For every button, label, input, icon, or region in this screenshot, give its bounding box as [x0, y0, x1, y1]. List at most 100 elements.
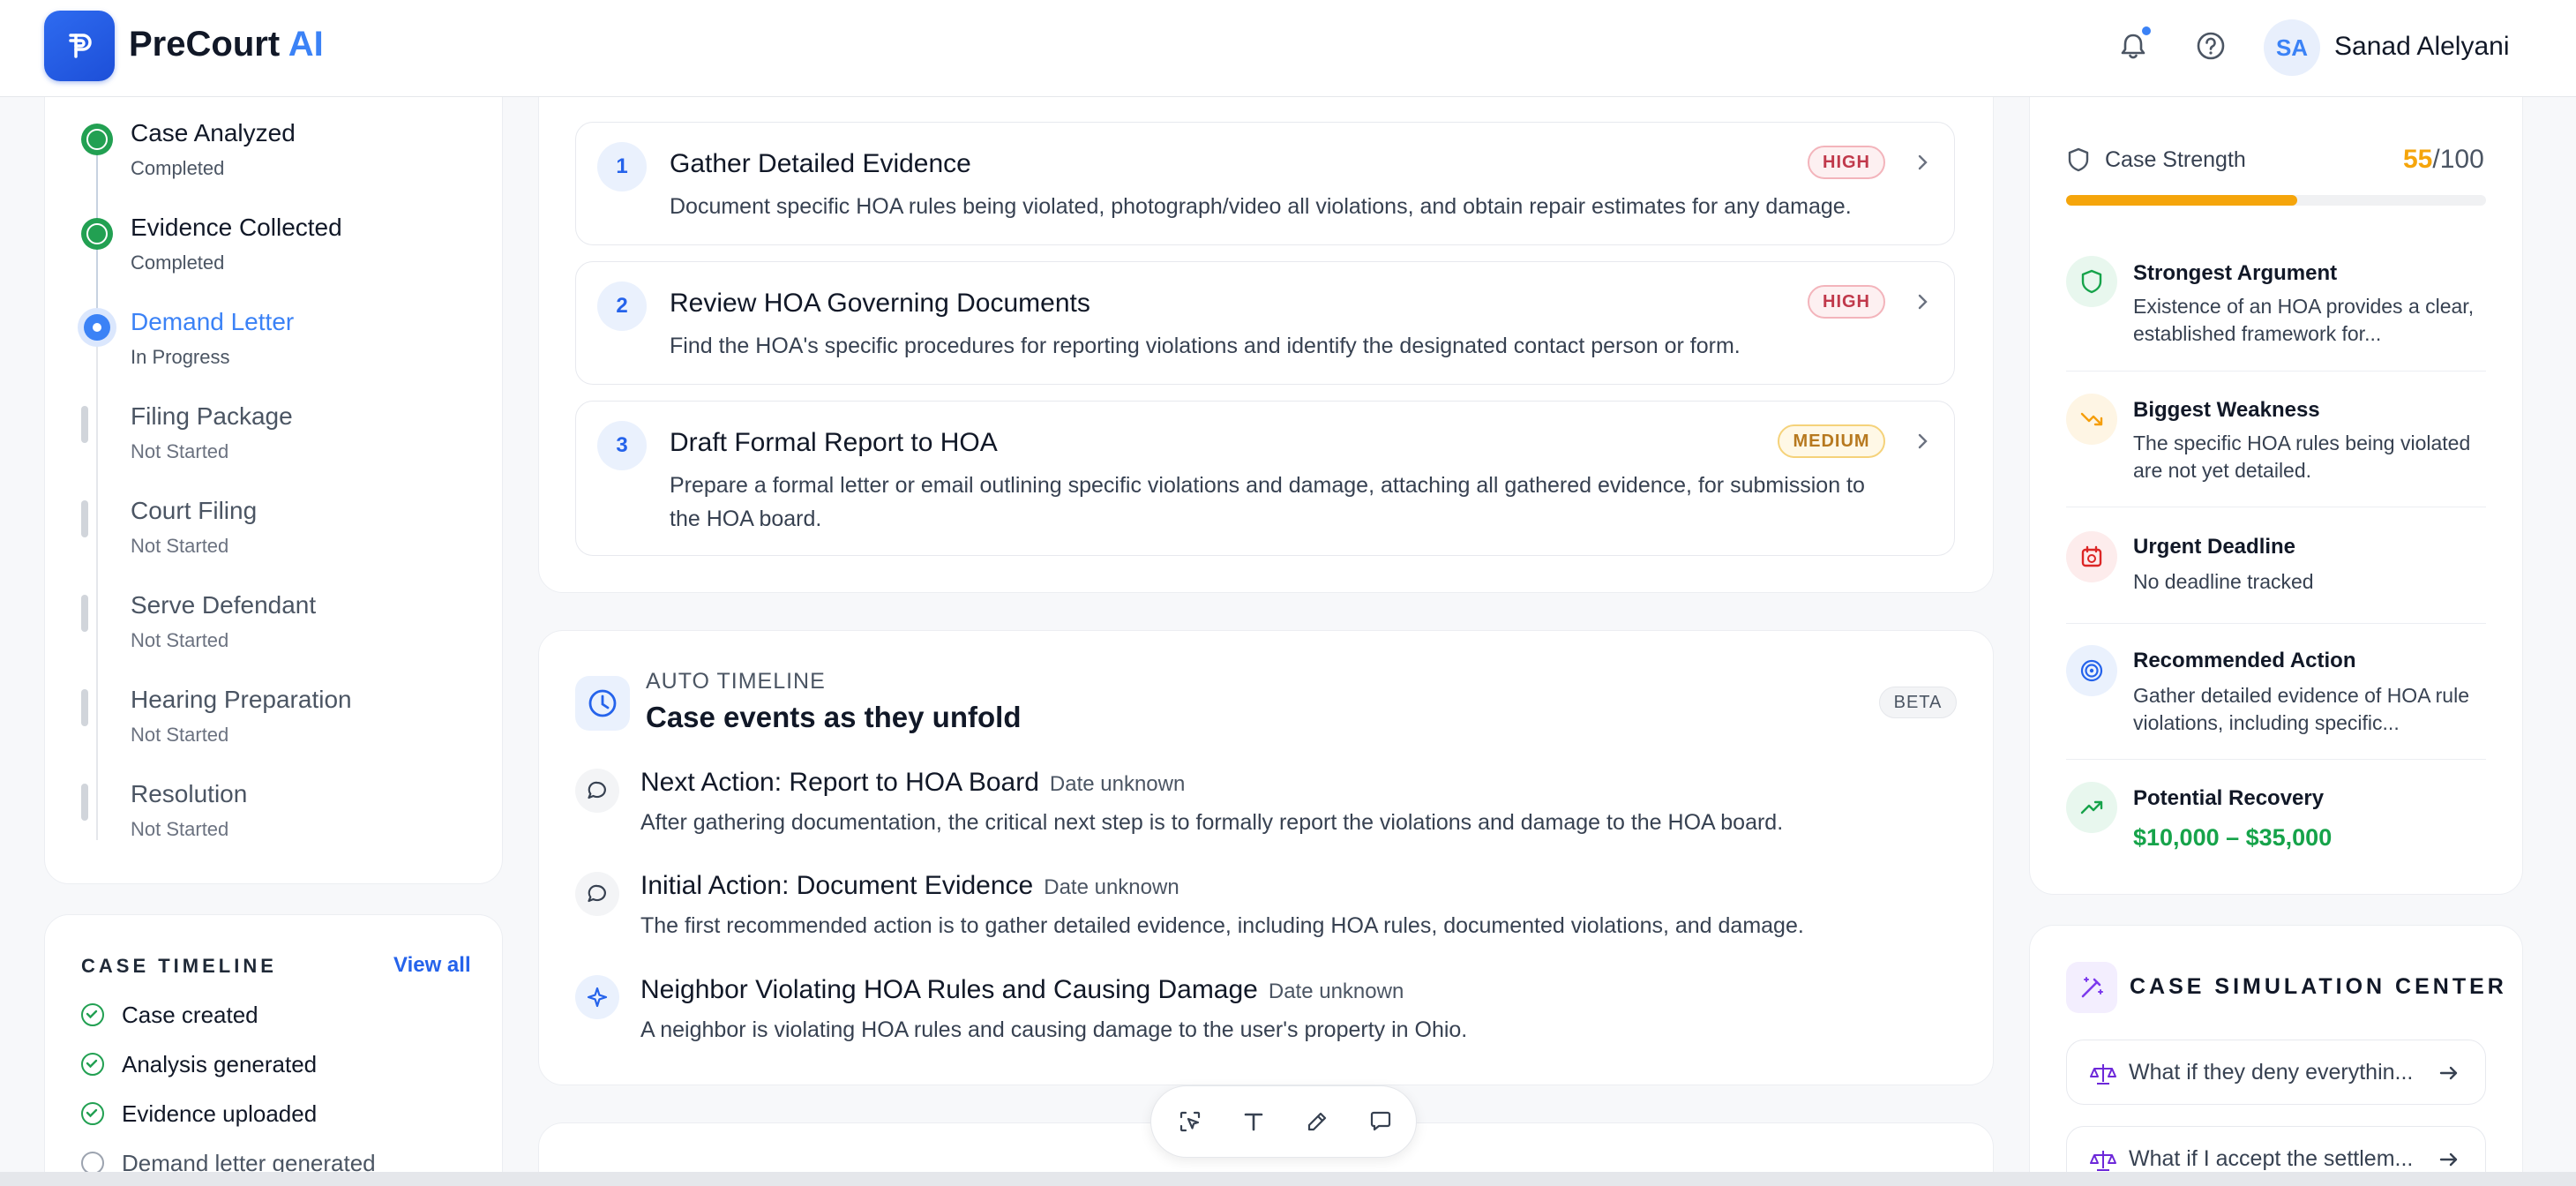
user-avatar[interactable]: SA [2264, 19, 2320, 76]
calendar-alarm-icon [2066, 531, 2117, 582]
step-title-active[interactable]: Demand Letter [131, 308, 294, 336]
insight-description: Gather detailed evidence of HOA rule vio… [2133, 684, 2470, 734]
priority-badge: HIGH [1808, 285, 1885, 319]
brand-main-text: PreCourt [129, 25, 281, 64]
case-progress-card [44, 53, 503, 884]
action-title: Gather Detailed Evidence [670, 149, 971, 178]
step-status: Not Started [131, 440, 229, 462]
window-bottom-edge [0, 1172, 2576, 1186]
chevron-right-icon [1918, 294, 1928, 310]
case-strength-score: 55/100 [2403, 145, 2484, 175]
chat-bubble-icon [575, 872, 619, 916]
magic-wand-icon [2066, 962, 2117, 1013]
target-icon [2066, 645, 2117, 696]
step-status: Not Started [131, 535, 229, 557]
priority-badge: HIGH [1808, 146, 1885, 179]
top-header: PreCourt AI SA Sanad Alelyani [0, 0, 2576, 97]
pending-step-marker [81, 689, 88, 726]
trend-down-icon [2066, 394, 2117, 445]
step-status: Not Started [131, 629, 229, 651]
app-logo[interactable] [44, 11, 115, 81]
step-status: Not Started [131, 818, 229, 840]
step-status: Completed [131, 251, 225, 274]
arrow-right-icon [2439, 1152, 2458, 1167]
potential-recovery-value: $10,000 – $35,000 [2133, 824, 2333, 851]
chat-bubble-icon [575, 769, 619, 813]
action-description: Find the HOA's specific procedures for r… [670, 334, 1741, 358]
simulation-question-text: What if they deny everythin... [2129, 1060, 2414, 1085]
event-description: The first recommended action is to gathe… [640, 913, 1804, 938]
timeline-item-label: Evidence uploaded [122, 1100, 318, 1127]
select-tool-icon[interactable] [1172, 1104, 1208, 1139]
simulation-question-text: What if I accept the settlem... [2129, 1146, 2414, 1171]
scales-icon [2090, 1064, 2116, 1085]
step-title[interactable]: Court Filing [131, 497, 257, 525]
text-tool-icon[interactable] [1236, 1104, 1271, 1139]
help-icon[interactable] [2191, 26, 2230, 65]
step-title[interactable]: Resolution [131, 780, 247, 808]
step-status: Not Started [131, 724, 229, 746]
event-description: After gathering documentation, the criti… [640, 810, 1784, 835]
event-date: Date unknown [1049, 772, 1186, 796]
pencil-tool-icon[interactable] [1299, 1104, 1335, 1139]
user-name[interactable]: Sanad Alelyani [2334, 32, 2510, 62]
event-title: Initial Action: Document Evidence Date un… [640, 871, 1179, 901]
timeline-item: Analysis generated [81, 1050, 317, 1078]
insight-description: The specific HOA rules being violated ar… [2133, 432, 2471, 482]
annotation-toolbar [1150, 1085, 1417, 1158]
chevron-right-icon [1918, 154, 1928, 170]
logo-mark-icon [69, 34, 92, 58]
event-title-text: Next Action: Report to HOA Board [640, 768, 1039, 797]
divider [2066, 623, 2486, 624]
action-number: 3 [597, 421, 647, 470]
simulation-question-button[interactable]: What if they deny everythin... [2066, 1040, 2486, 1105]
event-title: Neighbor Violating HOA Rules and Causing… [640, 975, 1404, 1005]
check-circle-icon [81, 1102, 104, 1125]
insight-title: Strongest Argument [2133, 261, 2338, 285]
view-all-link[interactable]: View all [393, 953, 471, 978]
event-description: A neighbor is violating HOA rules and ca… [640, 1017, 1468, 1042]
check-circle-icon [81, 1003, 104, 1026]
step-title[interactable]: Evidence Collected [131, 214, 342, 242]
action-item[interactable]: 2 Review HOA Governing Documents Find th… [575, 261, 1955, 385]
step-title[interactable]: Filing Package [131, 402, 293, 431]
action-item[interactable]: 3 Draft Formal Report to HOA Prepare a f… [575, 401, 1955, 556]
event-title-text: Initial Action: Document Evidence [640, 871, 1034, 900]
pending-step-marker [81, 784, 88, 821]
step-title[interactable]: Hearing Preparation [131, 686, 352, 714]
insight-title: Potential Recovery [2133, 786, 2325, 810]
insight-description: No deadline tracked [2133, 570, 2314, 593]
divider [2066, 371, 2486, 372]
case-strength-bar-fill [2066, 195, 2297, 206]
event-date: Date unknown [1044, 875, 1179, 899]
comment-tool-icon[interactable] [1363, 1104, 1398, 1139]
pending-step-marker [81, 406, 88, 443]
shield-icon [2066, 256, 2117, 307]
in-progress-indicator-icon [78, 308, 116, 347]
score-max: /100 [2432, 145, 2484, 174]
score-value: 55 [2403, 145, 2433, 174]
case-strength-bar [2066, 195, 2486, 206]
simulation-title: CASE SIMULATION CENTER [2130, 974, 2507, 999]
timeline-item-label: Analysis generated [122, 1050, 318, 1077]
action-description: Document specific HOA rules being violat… [670, 194, 1852, 219]
notification-dot [2140, 25, 2153, 37]
action-item[interactable]: 1 Gather Detailed Evidence Document spec… [575, 122, 1955, 245]
chevron-right-icon [1918, 433, 1928, 449]
insight-title: Biggest Weakness [2133, 398, 2320, 422]
brand-ai-text: AI [288, 25, 324, 64]
arrow-right-icon [2439, 1066, 2458, 1080]
priority-badge: MEDIUM [1778, 424, 1885, 458]
beta-badge: BETA [1879, 687, 1957, 718]
action-title: Review HOA Governing Documents [670, 289, 1090, 318]
case-timeline-title: CASE TIMELINE [81, 955, 277, 977]
pending-step-marker [81, 595, 88, 632]
auto-timeline-eyebrow: AUTO TIMELINE [646, 669, 826, 694]
event-title: Next Action: Report to HOA Board Date unk… [640, 768, 1185, 798]
step-title[interactable]: Serve Defendant [131, 591, 316, 619]
action-title: Draft Formal Report to HOA [670, 428, 998, 457]
brand-name: PreCourt AI [129, 25, 324, 64]
step-title[interactable]: Case Analyzed [131, 119, 296, 147]
action-description: Prepare a formal letter or email outlini… [670, 473, 1865, 531]
scales-icon [2090, 1151, 2116, 1171]
